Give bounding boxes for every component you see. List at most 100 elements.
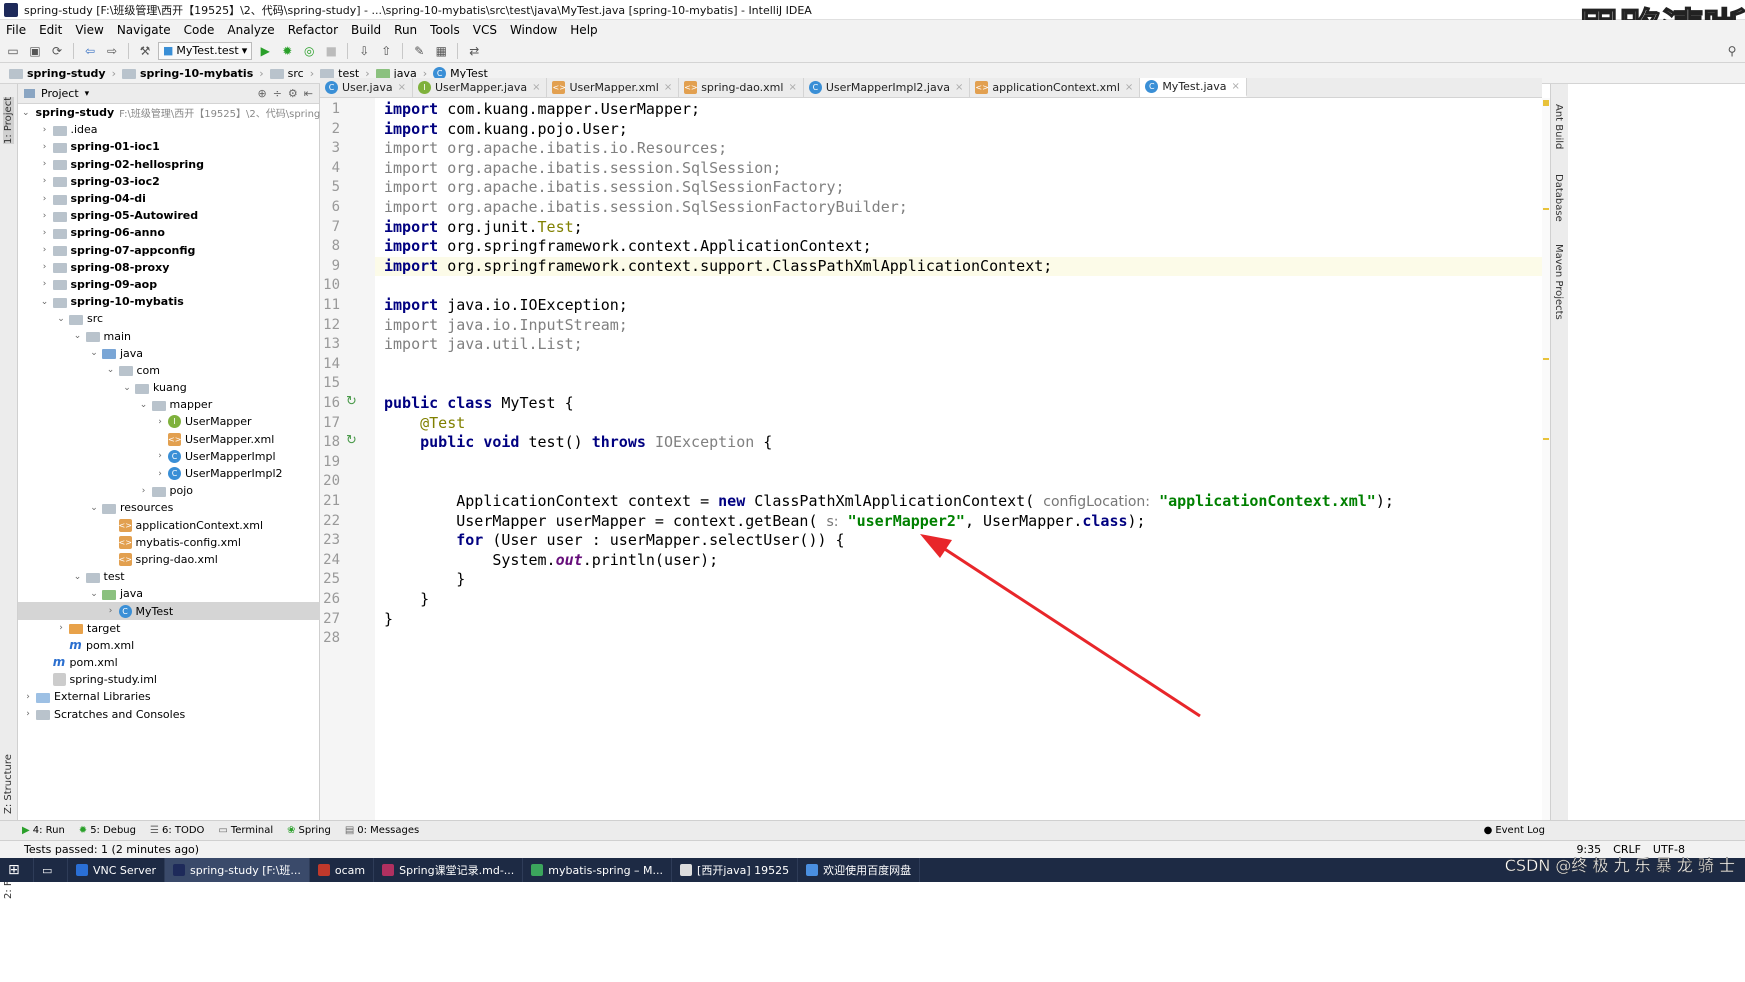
expanded-arrow-icon[interactable]: ⌄ (121, 383, 133, 393)
collapsed-arrow-icon[interactable]: › (39, 159, 51, 169)
tree-item[interactable]: ⌄ test (18, 568, 320, 585)
editor-tab[interactable]: <> applicationContext.xml × (970, 78, 1141, 97)
menu-view[interactable]: View (69, 23, 110, 37)
sdk-icon[interactable]: ⇄ (465, 42, 483, 60)
tree-item[interactable]: › spring-04-di (18, 190, 320, 207)
collapsed-arrow-icon[interactable]: › (39, 142, 51, 152)
expanded-arrow-icon[interactable]: ⌄ (55, 314, 67, 324)
tree-item[interactable]: m pom.xml (18, 654, 320, 671)
breadcrumb-item[interactable]: spring-10-mybatis (119, 67, 256, 80)
tool-window-terminal[interactable]: ▭ Terminal (218, 825, 273, 836)
breadcrumb-item[interactable]: spring-study (6, 67, 109, 80)
tree-item[interactable]: ⌄ com (18, 362, 320, 379)
tool-window-run[interactable]: ▶ 4: Run (22, 825, 65, 836)
project-structure-icon[interactable]: ▦ (432, 42, 450, 60)
editor-scrollbar[interactable] (1542, 98, 1550, 820)
sync-icon[interactable]: ⟳ (48, 42, 66, 60)
collapsed-arrow-icon[interactable]: › (22, 709, 34, 719)
menu-refactor[interactable]: Refactor (282, 23, 345, 37)
coverage-icon[interactable]: ◎ (300, 42, 318, 60)
tree-item[interactable]: › I UserMapper (18, 413, 320, 430)
taskbar-item[interactable]: mybatis-spring – M... (523, 858, 673, 882)
taskbar-item[interactable]: Spring课堂记录.md-... (374, 858, 524, 882)
expanded-arrow-icon[interactable]: ⌄ (39, 297, 51, 307)
tool-window-database[interactable]: Database (1553, 174, 1564, 222)
settings-wrench-icon[interactable]: ✎ (410, 42, 428, 60)
menu-window[interactable]: Window (504, 23, 564, 37)
stop-icon[interactable]: ■ (322, 42, 340, 60)
menu-analyze[interactable]: Analyze (221, 23, 281, 37)
tree-item[interactable]: <> UserMapper.xml (18, 431, 320, 448)
tree-item[interactable]: <> applicationContext.xml (18, 517, 320, 534)
start-button[interactable]: ⊞ (0, 858, 34, 882)
tree-item[interactable]: › spring-09-aop (18, 276, 320, 293)
expanded-arrow-icon[interactable]: ⌄ (88, 589, 100, 599)
close-icon[interactable]: × (788, 82, 796, 93)
tool-window-project[interactable]: 1: Project (3, 96, 14, 144)
tool-window-structure[interactable]: Z: Structure (3, 754, 14, 814)
project-panel-title[interactable]: Project (41, 87, 79, 100)
collapsed-arrow-icon[interactable]: › (105, 606, 117, 616)
menu-code[interactable]: Code (178, 23, 222, 37)
run-test-gutter-icon[interactable]: ↻ (346, 394, 357, 409)
tree-item[interactable]: › spring-05-Autowired (18, 207, 320, 224)
tool-window-spring[interactable]: ❀ Spring (287, 825, 331, 836)
open-folder-icon[interactable]: ▭ (4, 42, 22, 60)
hide-panel-icon[interactable]: ⇤ (304, 87, 313, 100)
task-view-icon[interactable]: ▭ (34, 858, 68, 882)
tree-item[interactable]: <> spring-dao.xml (18, 551, 320, 568)
breadcrumb-item[interactable]: src (267, 67, 307, 80)
taskbar-item[interactable]: 欢迎使用百度网盘 (798, 858, 921, 882)
tree-item[interactable]: › spring-02-hellospring (18, 156, 320, 173)
close-icon[interactable]: × (398, 82, 406, 93)
menu-tools[interactable]: Tools (424, 23, 467, 37)
menu-vcs[interactable]: VCS (467, 23, 504, 37)
collapsed-arrow-icon[interactable]: › (22, 692, 34, 702)
save-icon[interactable]: ▣ (26, 42, 44, 60)
tool-window-ant-build[interactable]: Ant Build (1553, 104, 1564, 149)
menu-run[interactable]: Run (388, 23, 424, 37)
collapsed-arrow-icon[interactable]: › (154, 417, 166, 427)
vcs-update-icon[interactable]: ⇩ (355, 42, 373, 60)
collapsed-arrow-icon[interactable]: › (154, 451, 166, 461)
collapsed-arrow-icon[interactable]: › (39, 211, 51, 221)
tree-item[interactable]: › target (18, 620, 320, 637)
search-icon[interactable]: ⚲ (1723, 42, 1741, 60)
tree-item[interactable]: spring-study.iml (18, 671, 320, 688)
menu-help[interactable]: Help (564, 23, 604, 37)
tool-window-messages[interactable]: ▤ 0: Messages (345, 825, 419, 836)
editor-tab[interactable]: I UserMapper.java × (413, 78, 548, 97)
editor-tab[interactable]: <> spring-dao.xml × (679, 78, 804, 97)
collapsed-arrow-icon[interactable]: › (55, 623, 67, 633)
tool-window-maven[interactable]: Maven Projects (1553, 244, 1564, 320)
expanded-arrow-icon[interactable]: ⌄ (105, 365, 117, 375)
close-icon[interactable]: × (1232, 81, 1240, 92)
collapsed-arrow-icon[interactable]: › (39, 245, 51, 255)
collapsed-arrow-icon[interactable]: › (154, 469, 166, 479)
tree-item[interactable]: › C UserMapperImpl (18, 448, 320, 465)
collapsed-arrow-icon[interactable]: › (39, 176, 51, 186)
scroll-from-source-icon[interactable]: ⊕ (257, 87, 266, 100)
collapsed-arrow-icon[interactable]: › (39, 125, 51, 135)
collapsed-arrow-icon[interactable]: › (39, 262, 51, 272)
tree-item[interactable]: ⌄ java (18, 345, 320, 362)
tree-item[interactable]: › pojo (18, 482, 320, 499)
editor-tab[interactable]: C MyTest.java × (1140, 78, 1247, 97)
tool-window-todo[interactable]: ☰ 6: TODO (150, 825, 204, 836)
vcs-commit-icon[interactable]: ⇧ (377, 42, 395, 60)
collapsed-arrow-icon[interactable]: › (39, 228, 51, 238)
tree-item[interactable]: ⌄ main (18, 327, 320, 344)
tree-item[interactable]: › C MyTest (18, 602, 320, 620)
run-icon[interactable]: ▶ (256, 42, 274, 60)
tree-item[interactable]: › spring-03-ioc2 (18, 173, 320, 190)
close-icon[interactable]: × (955, 82, 963, 93)
tree-item[interactable]: ⌄ resources (18, 499, 320, 516)
tree-item[interactable]: › spring-08-proxy (18, 259, 320, 276)
run-configuration-select[interactable]: ■ MyTest.test ▾ (158, 41, 253, 60)
menu-navigate[interactable]: Navigate (111, 23, 178, 37)
tree-item[interactable]: › spring-07-appconfig (18, 242, 320, 259)
taskbar-item[interactable]: spring-study [F:\班... (165, 858, 310, 882)
taskbar-item[interactable]: VNC Server (68, 858, 166, 882)
taskbar-item[interactable]: ocam (310, 858, 375, 882)
menu-build[interactable]: Build (345, 23, 388, 37)
